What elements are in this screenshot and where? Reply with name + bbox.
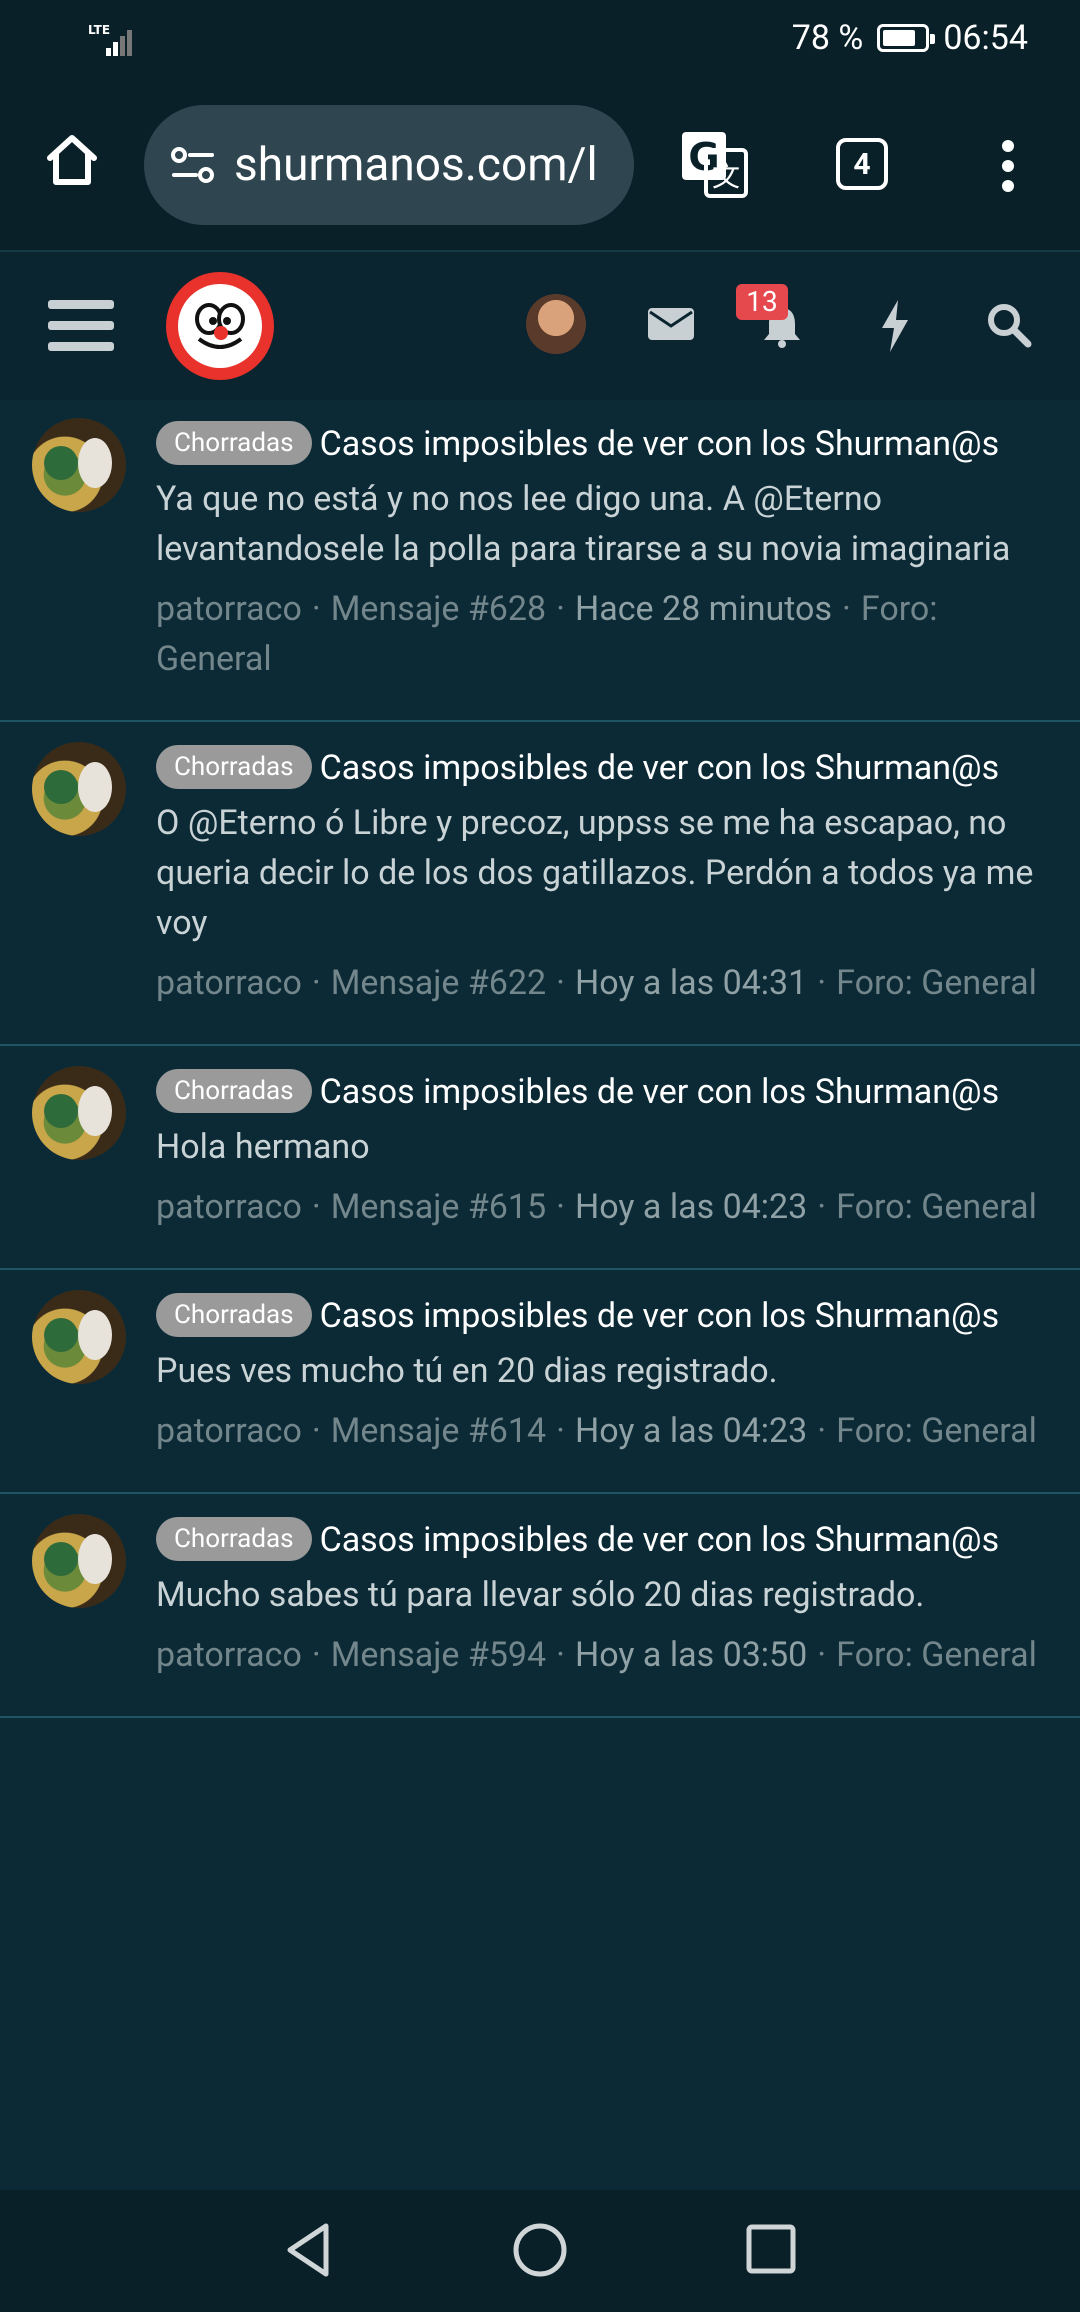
post-title-line: Chorradas Casos imposibles de ver con los… — [156, 1514, 1050, 1566]
thread-title-link[interactable]: Casos imposibles de ver con los Shurman@… — [320, 1296, 1000, 1336]
search-result-item[interactable]: Chorradas Casos imposibles de ver con los… — [0, 1494, 1080, 1718]
forum-link[interactable]: Foro: General — [836, 1411, 1037, 1451]
post-author-avatar[interactable] — [32, 742, 126, 836]
status-bar: LTE 78 % 06:54 — [0, 0, 1080, 80]
translate-icon[interactable]: G 文 — [678, 128, 750, 200]
home-icon[interactable] — [42, 130, 102, 190]
post-snippet: O @Eterno ó Libre y precoz, uppss se me … — [156, 803, 1034, 943]
search-result-item[interactable]: Chorradas Casos imposibles de ver con los… — [0, 722, 1080, 1046]
thread-title-link[interactable]: Casos imposibles de ver con los Shurman@… — [320, 424, 1000, 464]
post-snippet: Mucho sabes tú para llevar sólo 20 dias … — [156, 1575, 925, 1615]
search-results-feed: Chorradas Casos imposibles de ver con los… — [0, 398, 1080, 2190]
notification-badge: 13 — [736, 284, 788, 320]
site-info-icon[interactable] — [170, 145, 216, 185]
prefix-tag[interactable]: Chorradas — [156, 1069, 312, 1114]
post-author-avatar[interactable] — [32, 418, 126, 512]
message-number: Mensaje #622 — [330, 963, 547, 1003]
battery-percent: 78 % — [791, 18, 864, 58]
site-logo[interactable] — [166, 272, 274, 380]
mail-icon[interactable] — [648, 306, 694, 342]
post-date: Hoy a las 03:50 — [575, 1635, 808, 1675]
post-title-line: Chorradas Casos imposibles de ver con los… — [156, 1066, 1050, 1118]
search-result-item[interactable]: Chorradas Casos imposibles de ver con los… — [0, 1270, 1080, 1494]
back-icon[interactable] — [284, 2222, 332, 2278]
post-meta: patorraco · Mensaje #594 · Hoy a las 03:50 · F… — [156, 1635, 1037, 1675]
prefix-tag[interactable]: Chorradas — [156, 745, 312, 790]
signal-icon: LTE — [88, 23, 132, 56]
more-icon[interactable] — [996, 138, 1020, 194]
recents-icon[interactable] — [746, 2224, 796, 2274]
post-title-line: Chorradas Casos imposibles de ver con los… — [156, 418, 1050, 470]
status-right: 78 % 06:54 — [792, 18, 1028, 58]
avatar[interactable] — [526, 294, 586, 354]
clock: 06:54 — [943, 18, 1028, 58]
url-bar[interactable]: shurmanos.com/l — [144, 105, 634, 225]
svg-text:文: 文 — [712, 160, 740, 193]
url-text[interactable]: shurmanos.com/l — [234, 138, 598, 192]
message-number: Mensaje #594 — [330, 1635, 547, 1675]
post-author-avatar[interactable] — [32, 1290, 126, 1384]
author-link[interactable]: patorraco — [156, 963, 302, 1003]
network-label: LTE — [88, 23, 110, 37]
post-snippet: Hola hermano — [156, 1127, 370, 1167]
forum-link[interactable]: Foro: General — [836, 963, 1037, 1003]
post-author-avatar[interactable] — [32, 1066, 126, 1160]
post-meta: patorraco · Mensaje #622 · Hoy a las 04:31 · F… — [156, 963, 1037, 1003]
prefix-tag[interactable]: Chorradas — [156, 421, 312, 466]
forum-link[interactable]: Foro: General — [836, 1187, 1037, 1227]
post-date: Hoy a las 04:31 — [575, 963, 808, 1003]
tabs-button[interactable]: 4 — [836, 138, 888, 190]
post-author-avatar[interactable] — [32, 1514, 126, 1608]
post-meta: patorraco · Mensaje #628 · Hace 28 minutos · F… — [156, 589, 938, 679]
prefix-tag[interactable]: Chorradas — [156, 1293, 312, 1338]
site-header: 13 — [0, 250, 1080, 400]
thread-title-link[interactable]: Casos imposibles de ver con los Shurman@… — [320, 1072, 1000, 1112]
author-link[interactable]: patorraco — [156, 1411, 302, 1451]
system-nav-bar — [0, 2190, 1080, 2312]
thread-title-link[interactable]: Casos imposibles de ver con los Shurman@… — [320, 1520, 1000, 1560]
message-number: Mensaje #615 — [330, 1187, 547, 1227]
message-number: Mensaje #628 — [330, 589, 547, 629]
signal-indicator: LTE — [88, 22, 142, 62]
post-meta: patorraco · Mensaje #615 · Hoy a las 04:23 · F… — [156, 1187, 1037, 1227]
battery-icon — [877, 24, 936, 52]
browser-toolbar: shurmanos.com/l G 文 4 — [0, 80, 1080, 250]
post-date: Hace 28 minutos — [575, 589, 832, 629]
search-result-item[interactable]: Chorradas Casos imposibles de ver con los… — [0, 1046, 1080, 1270]
message-number: Mensaje #614 — [330, 1411, 547, 1451]
bolt-icon[interactable] — [878, 300, 912, 352]
author-link[interactable]: patorraco — [156, 1187, 302, 1227]
forum-link[interactable]: Foro: General — [836, 1635, 1037, 1675]
search-icon[interactable] — [986, 302, 1032, 348]
logo-face-icon — [178, 284, 262, 368]
author-link[interactable]: patorraco — [156, 1635, 302, 1675]
post-date: Hoy a las 04:23 — [575, 1187, 808, 1227]
post-meta: patorraco · Mensaje #614 · Hoy a las 04:23 · F… — [156, 1411, 1037, 1451]
post-title-line: Chorradas Casos imposibles de ver con los… — [156, 742, 1050, 794]
post-snippet: Pues ves mucho tú en 20 dias registrado. — [156, 1351, 778, 1391]
search-result-item[interactable]: Chorradas Casos imposibles de ver con los… — [0, 398, 1080, 722]
post-snippet: Ya que no está y no nos lee digo una. A … — [156, 479, 1011, 569]
post-date: Hoy a las 04:23 — [575, 1411, 808, 1451]
thread-title-link[interactable]: Casos imposibles de ver con los Shurman@… — [320, 748, 1000, 788]
author-link[interactable]: patorraco — [156, 589, 302, 629]
menu-icon[interactable] — [48, 296, 114, 356]
prefix-tag[interactable]: Chorradas — [156, 1517, 312, 1562]
post-title-line: Chorradas Casos imposibles de ver con los… — [156, 1290, 1050, 1342]
home-nav-icon[interactable] — [512, 2222, 568, 2278]
